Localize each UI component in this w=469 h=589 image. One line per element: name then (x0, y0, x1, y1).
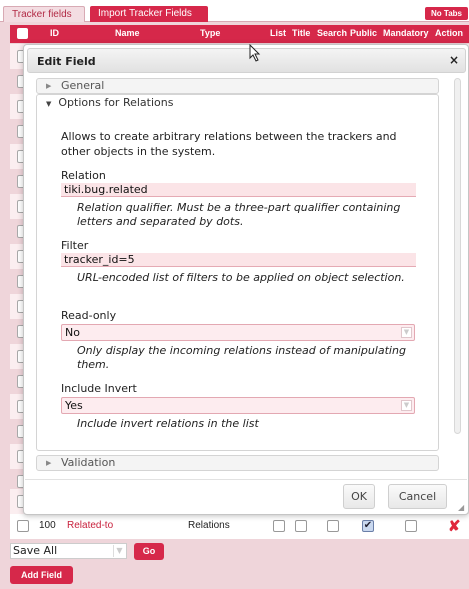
public-checkbox[interactable]: ✔ (362, 520, 374, 532)
accordion-validation[interactable]: ▶ Validation (36, 455, 439, 471)
relation-input[interactable]: tiki.bug.related (61, 183, 416, 197)
readonly-value: No (65, 326, 80, 339)
add-field-button[interactable]: Add Field (10, 566, 73, 584)
close-icon[interactable]: × (449, 53, 459, 67)
mandatory-checkbox[interactable] (405, 520, 417, 532)
tab-tracker-fields[interactable]: Tracker fields (3, 6, 85, 22)
dialog-title: Edit Field (37, 55, 96, 68)
list-checkbox[interactable] (273, 520, 285, 532)
relation-help: Relation qualifier. Must be a three-part… (77, 201, 401, 228)
accordion-general-label: General (61, 79, 105, 92)
field-type: Relations (188, 520, 230, 531)
column-name[interactable]: Name (115, 28, 140, 38)
dialog-footer-divider (25, 479, 467, 480)
readonly-label: Read-only (61, 309, 117, 322)
search-checkbox[interactable] (327, 520, 339, 532)
table-row: 100 Related-to Relations ✔ ✘ (10, 514, 469, 539)
readonly-help: Only display the incoming relations inst… (77, 344, 406, 371)
accordion-relations-panel: ▼ Options for Relations Allows to create … (36, 94, 439, 451)
chevron-down-icon: ▼ (113, 545, 125, 557)
include-invert-value: Yes (65, 399, 83, 412)
relation-label: Relation (61, 169, 106, 182)
chevron-right-icon: ▶ (46, 82, 52, 90)
readonly-select[interactable]: No ▼ (61, 324, 415, 341)
chevron-down-icon: ▼ (401, 327, 412, 338)
accordion-general[interactable]: ▶ General (36, 78, 439, 94)
title-checkbox[interactable] (295, 520, 307, 532)
tab-import-tracker-fields[interactable]: Import Tracker Fields (90, 6, 208, 22)
table-header: ID Name Type List Title Search Public Ma… (10, 25, 469, 43)
include-invert-help: Include invert relations in the list (77, 417, 259, 430)
cancel-button[interactable]: Cancel (388, 484, 447, 509)
ok-button[interactable]: OK (343, 484, 375, 509)
edit-field-dialog: Edit Field × ▶ General ▼ Options for Rela… (23, 44, 469, 515)
include-invert-label: Include Invert (61, 382, 137, 395)
chevron-down-icon: ▼ (46, 100, 52, 108)
filter-input[interactable]: tracker_id=5 (61, 253, 416, 267)
column-action: Action (435, 28, 463, 38)
filter-label: Filter (61, 239, 89, 252)
column-id[interactable]: ID (50, 28, 59, 38)
chevron-right-icon: ▶ (46, 459, 52, 467)
filter-help: URL-encoded list of filters to be applie… (77, 271, 405, 284)
field-id: 100 (39, 520, 56, 531)
accordion-relations-header[interactable]: ▼ Options for Relations (46, 96, 173, 109)
no-tabs-button[interactable]: No Tabs (425, 7, 468, 20)
row-checkbox[interactable] (17, 520, 29, 532)
resize-handle-icon[interactable]: ◢ (458, 504, 466, 512)
select-all-checkbox[interactable] (17, 28, 28, 39)
field-name-link[interactable]: Related-to (67, 520, 113, 531)
bulk-action-value: Save All (13, 544, 58, 557)
dialog-titlebar[interactable]: Edit Field × (27, 48, 466, 73)
remove-icon[interactable]: ✘ (448, 517, 461, 535)
accordion-validation-label: Validation (61, 456, 116, 469)
accordion-relations-label: Options for Relations (58, 96, 174, 109)
column-title: Title (292, 28, 311, 38)
relations-description: Allows to create arbitrary relations bet… (61, 130, 397, 158)
column-public: Public (350, 28, 378, 38)
column-search: Search (317, 28, 348, 38)
scrollbar-thumb[interactable] (454, 78, 461, 434)
include-invert-select[interactable]: Yes ▼ (61, 397, 415, 414)
column-type[interactable]: Type (200, 28, 220, 38)
mouse-cursor-icon (249, 44, 261, 62)
column-mandatory: Mandatory (383, 28, 429, 38)
column-list: List (270, 28, 287, 38)
bulk-action-select[interactable]: Save All ▼ (10, 543, 127, 559)
tab-bar: Tracker fields Import Tracker Fields No … (0, 0, 469, 22)
go-button[interactable]: Go (134, 543, 164, 560)
chevron-down-icon: ▼ (401, 400, 412, 411)
